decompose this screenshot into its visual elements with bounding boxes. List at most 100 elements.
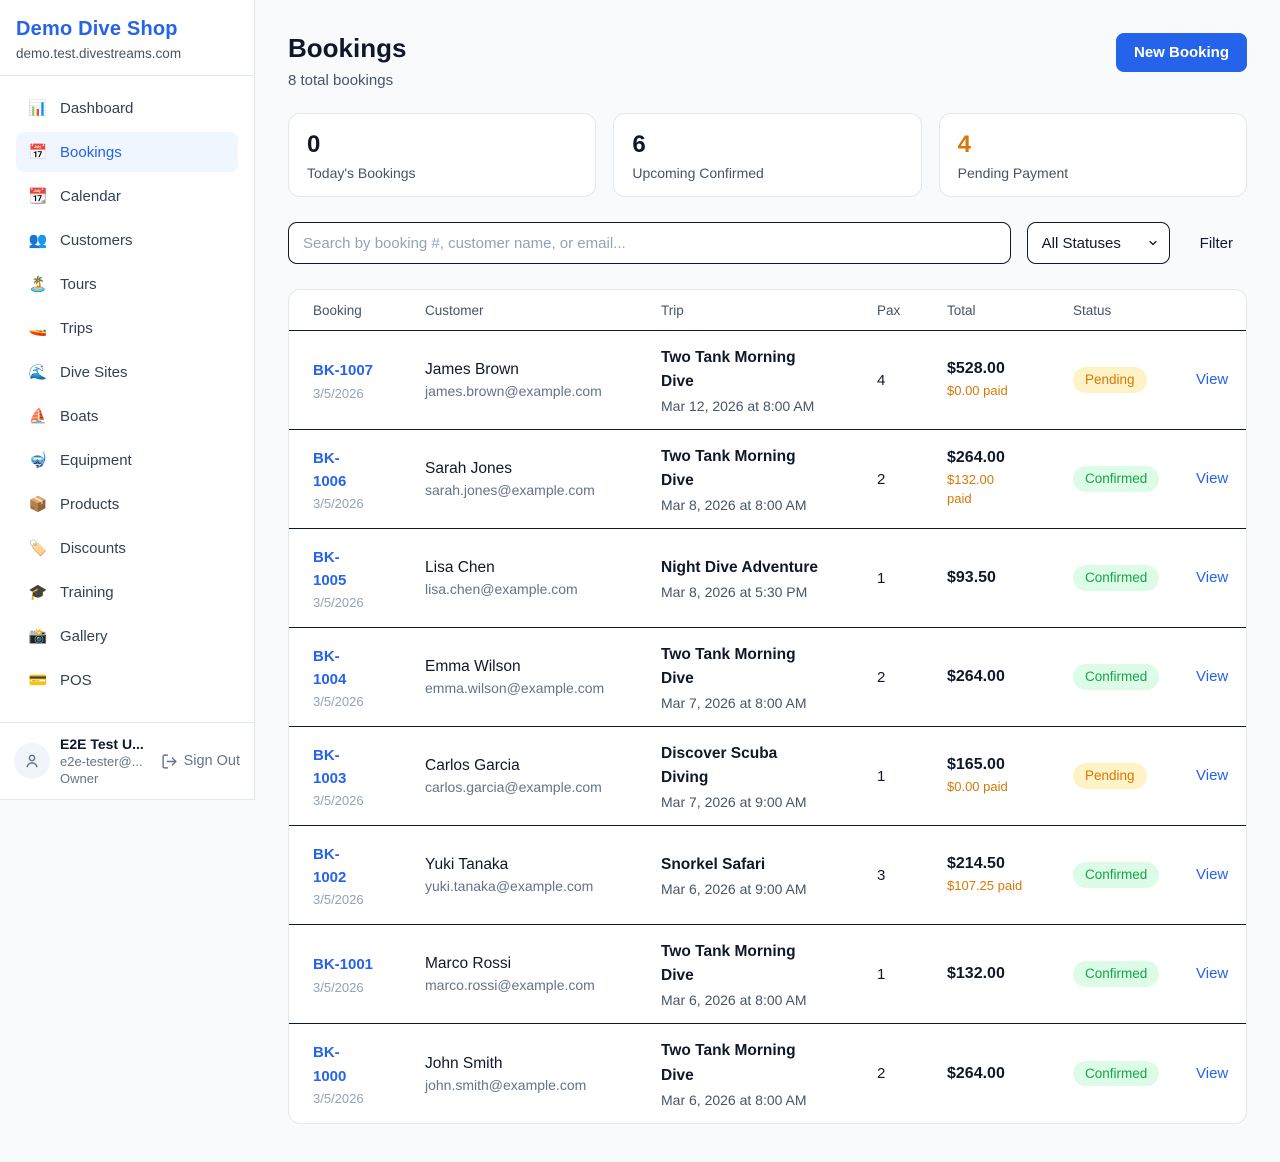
paid-amount: $0.00 paid	[947, 382, 1063, 401]
user-info: E2E Test U... e2e-tester@... Owner	[60, 736, 151, 786]
trip-datetime: Mar 6, 2026 at 9:00 AM	[661, 881, 867, 897]
view-link[interactable]: View	[1196, 668, 1228, 685]
table-body: BK-1007 3/5/2026 James Brown james.brown…	[289, 331, 1246, 1123]
training-icon: 🎓	[28, 585, 48, 600]
status-badge: Confirmed	[1073, 862, 1159, 888]
sidebar-item-equipment[interactable]: 🤿 Equipment	[16, 440, 238, 480]
sidebar-item-calendar[interactable]: 📆 Calendar	[16, 176, 238, 216]
stat-label: Upcoming Confirmed	[632, 165, 902, 181]
page-header: Bookings 8 total bookings New Booking	[288, 33, 1247, 89]
boats-icon: ⛵	[28, 409, 48, 424]
trip-name: Two Tank Morning Dive	[661, 643, 867, 691]
pax-count: 1	[877, 966, 947, 983]
chevron-down-icon	[1147, 237, 1159, 249]
user-avatar	[14, 743, 50, 779]
stat-label: Pending Payment	[958, 165, 1228, 181]
tours-icon: 🏝️	[28, 277, 48, 292]
customer-email: sarah.jones@example.com	[425, 482, 651, 498]
sidebar-nav: 📊 Dashboard 📅 Bookings 📆 Calendar 👥 Cust…	[0, 76, 254, 708]
discounts-icon: 🏷️	[28, 541, 48, 556]
page-subtitle: 8 total bookings	[288, 72, 406, 89]
sidebar-item-training[interactable]: 🎓 Training	[16, 572, 238, 612]
trip-datetime: Mar 8, 2026 at 5:30 PM	[661, 584, 867, 600]
stat-card-pending-payment: 4 Pending Payment	[939, 113, 1247, 197]
view-link[interactable]: View	[1196, 866, 1228, 883]
sidebar-item-customers[interactable]: 👥 Customers	[16, 220, 238, 260]
sidebar-item-tours[interactable]: 🏝️ Tours	[16, 264, 238, 304]
booking-id-link[interactable]: BK- 1002	[313, 843, 346, 890]
view-link[interactable]: View	[1196, 1065, 1228, 1082]
user-role: Owner	[60, 771, 151, 786]
booking-id-link[interactable]: BK- 1005	[313, 546, 346, 593]
booking-id-link[interactable]: BK- 1004	[313, 645, 346, 692]
status-badge: Pending	[1073, 367, 1147, 393]
view-link[interactable]: View	[1196, 767, 1228, 784]
booking-date: 3/5/2026	[313, 595, 415, 610]
pax-count: 2	[877, 1065, 947, 1082]
view-link[interactable]: View	[1196, 470, 1228, 487]
view-link[interactable]: View	[1196, 965, 1228, 982]
equipment-icon: 🤿	[28, 453, 48, 468]
total-amount: $165.00	[947, 756, 1063, 774]
sidebar-item-pos[interactable]: 💳 POS	[16, 660, 238, 700]
stat-value: 4	[958, 132, 1228, 158]
view-link[interactable]: View	[1196, 569, 1228, 586]
sidebar-item-boats[interactable]: ⛵ Boats	[16, 396, 238, 436]
status-badge: Pending	[1073, 763, 1147, 789]
shop-name: Demo Dive Shop	[16, 18, 238, 41]
paid-amount: $107.25 paid	[947, 877, 1063, 896]
sidebar-item-bookings[interactable]: 📅 Bookings	[16, 132, 238, 172]
dashboard-icon: 📊	[28, 101, 48, 116]
booking-id-link[interactable]: BK-1007	[313, 359, 373, 382]
status-badge: Confirmed	[1073, 961, 1159, 987]
customer-name: Sarah Jones	[425, 460, 651, 478]
trip-name: Two Tank Morning Dive	[661, 940, 867, 988]
booking-date: 3/5/2026	[313, 1091, 415, 1106]
customer-email: emma.wilson@example.com	[425, 680, 651, 696]
stats-row: 0 Today's Bookings 6 Upcoming Confirmed …	[288, 113, 1247, 197]
trip-datetime: Mar 12, 2026 at 8:00 AM	[661, 398, 867, 414]
sidebar-item-products[interactable]: 📦 Products	[16, 484, 238, 524]
customer-name: James Brown	[425, 361, 651, 379]
column-header-booking: Booking	[313, 303, 425, 318]
dive-sites-icon: 🌊	[28, 365, 48, 380]
paid-amount: $0.00 paid	[947, 778, 1063, 797]
trip-datetime: Mar 8, 2026 at 8:00 AM	[661, 497, 867, 513]
sign-out-label: Sign Out	[184, 753, 240, 769]
booking-id-link[interactable]: BK-1001	[313, 953, 373, 976]
customer-email: yuki.tanaka@example.com	[425, 878, 651, 894]
stat-card-upcoming-confirmed: 6 Upcoming Confirmed	[613, 113, 921, 197]
sidebar-item-dashboard[interactable]: 📊 Dashboard	[16, 88, 238, 128]
pos-icon: 💳	[28, 673, 48, 688]
page-title-block: Bookings 8 total bookings	[288, 33, 406, 89]
table-row: BK-1001 3/5/2026 Marco Rossi marco.rossi…	[289, 925, 1246, 1024]
gallery-icon: 📸	[28, 629, 48, 644]
new-booking-button[interactable]: New Booking	[1116, 33, 1247, 72]
trip-datetime: Mar 6, 2026 at 8:00 AM	[661, 1092, 867, 1108]
sign-out-button[interactable]: Sign Out	[161, 753, 240, 770]
status-filter-select[interactable]: All Statuses	[1027, 222, 1170, 264]
booking-id-link[interactable]: BK- 1006	[313, 447, 346, 494]
booking-id-link[interactable]: BK- 1003	[313, 744, 346, 791]
page-title: Bookings	[288, 33, 406, 64]
booking-id-link[interactable]: BK- 1000	[313, 1041, 346, 1088]
column-header-total: Total	[947, 303, 1073, 318]
sidebar-item-dive-sites[interactable]: 🌊 Dive Sites	[16, 352, 238, 392]
trip-name: Two Tank Morning Dive	[661, 445, 867, 493]
total-amount: $264.00	[947, 668, 1063, 686]
sidebar-item-trips[interactable]: 🚤 Trips	[16, 308, 238, 348]
stat-value: 6	[632, 132, 902, 158]
filter-button[interactable]: Filter	[1186, 235, 1247, 252]
sidebar-item-gallery[interactable]: 📸 Gallery	[16, 616, 238, 656]
person-icon	[23, 752, 41, 770]
pax-count: 1	[877, 570, 947, 587]
table-header-row: Booking Customer Trip Pax Total Status	[289, 290, 1246, 331]
view-link[interactable]: View	[1196, 371, 1228, 388]
booking-date: 3/5/2026	[313, 694, 415, 709]
search-input[interactable]	[288, 222, 1011, 264]
booking-date: 3/5/2026	[313, 793, 415, 808]
paid-amount: $132.00 paid	[947, 471, 1063, 509]
sidebar-item-discounts[interactable]: 🏷️ Discounts	[16, 528, 238, 568]
customer-name: Lisa Chen	[425, 559, 651, 577]
customer-name: Carlos Garcia	[425, 757, 651, 775]
